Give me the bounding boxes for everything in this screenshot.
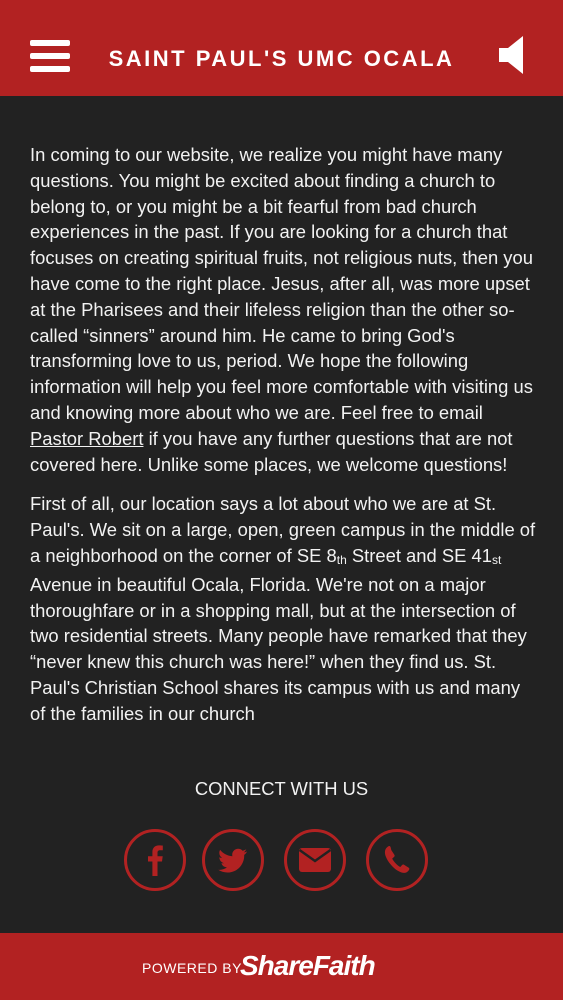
connect-heading: CONNECT WITH US xyxy=(194,778,369,799)
email-icon[interactable] xyxy=(284,829,346,891)
social-links xyxy=(0,829,563,899)
page-title: SAINT PAUL'S UMC OCALA xyxy=(108,46,455,71)
speaker-icon[interactable] xyxy=(499,35,527,75)
facebook-icon[interactable] xyxy=(124,829,186,891)
hamburger-menu-icon[interactable] xyxy=(30,40,70,73)
app-header: SAINT PAUL'S UMC OCALA xyxy=(0,0,563,96)
pastor-robert-link[interactable]: Pastor Robert xyxy=(30,428,143,449)
menu-bar xyxy=(30,40,70,46)
phone-icon[interactable] xyxy=(366,829,428,891)
sharefaith-logo[interactable]: ShareFaith xyxy=(240,950,376,982)
twitter-icon[interactable] xyxy=(202,829,264,891)
main-content: In coming to our website, we realize you… xyxy=(30,142,538,741)
menu-bar xyxy=(30,53,70,59)
menu-bar xyxy=(30,66,70,72)
intro-paragraph: In coming to our website, we realize you… xyxy=(30,144,533,475)
location-paragraph: First of all, our location says a lot ab… xyxy=(30,493,536,724)
app-footer: POWERED BY ShareFaith xyxy=(0,933,563,1000)
powered-by-label: POWERED BY xyxy=(142,960,242,976)
